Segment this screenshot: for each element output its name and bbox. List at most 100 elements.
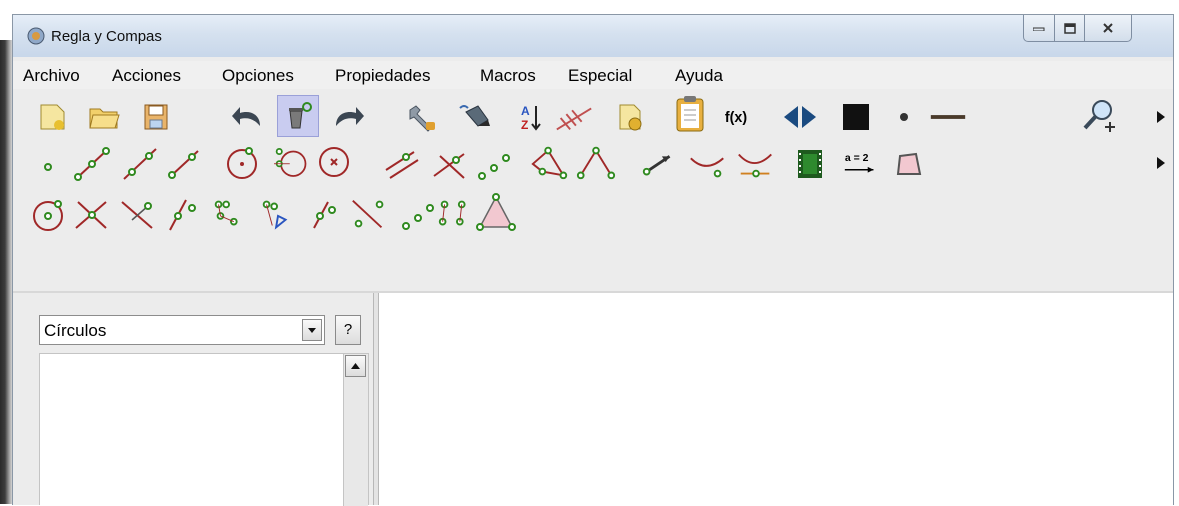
- rename-object-button[interactable]: [453, 96, 495, 138]
- minimize-button[interactable]: [1023, 15, 1055, 42]
- new-file-button[interactable]: [31, 96, 73, 138]
- chain-points-icon: [214, 200, 238, 226]
- black-square-icon: [843, 104, 869, 130]
- function-icon: f(x): [725, 110, 747, 126]
- circle-three-points-tool[interactable]: [267, 141, 309, 183]
- undo-button[interactable]: [227, 96, 269, 138]
- vector-icon: [642, 155, 671, 176]
- delete-object-button[interactable]: [277, 95, 319, 137]
- line-thickness-button[interactable]: [927, 96, 969, 138]
- save-file-button[interactable]: [135, 96, 177, 138]
- segment-icon: [74, 147, 110, 181]
- point-on-line-tool[interactable]: [161, 193, 203, 235]
- sort-letter-z: Z: [521, 118, 528, 132]
- midpoint-icon: [478, 154, 510, 180]
- line-tool[interactable]: [119, 143, 161, 185]
- film-icon: [798, 150, 822, 178]
- line-through-tool[interactable]: [305, 193, 347, 235]
- triangle-tool[interactable]: [475, 191, 517, 233]
- close-button[interactable]: [1084, 15, 1132, 42]
- toolbar-row-1: A Z f(x): [13, 93, 1173, 143]
- clipboard-icon: [676, 96, 704, 132]
- distance-tool[interactable]: [349, 193, 391, 235]
- polygon-icon: [531, 146, 568, 180]
- point-on-line-icon: [169, 199, 196, 231]
- menu-acciones[interactable]: Acciones: [112, 66, 181, 86]
- function-label: f(x): [725, 110, 747, 126]
- circle-tangent-tool[interactable]: [29, 193, 71, 235]
- vector-tool[interactable]: [639, 143, 681, 185]
- grid-button[interactable]: [553, 96, 595, 138]
- app-icon: [27, 27, 45, 45]
- grid-lines-icon: [556, 107, 592, 131]
- locus-tool[interactable]: [435, 193, 477, 235]
- quadrilateral-tool[interactable]: [889, 143, 931, 185]
- circle-by-radius-tool[interactable]: [209, 193, 251, 235]
- wrench-icon: [409, 105, 435, 132]
- point-icon: [44, 163, 52, 171]
- segment-bisector-tool[interactable]: [117, 193, 159, 235]
- help-button[interactable]: ?: [335, 315, 361, 345]
- expression-tool[interactable]: a = 2: [841, 143, 883, 185]
- edit-object-button[interactable]: [401, 96, 443, 138]
- segment-tool[interactable]: [71, 143, 113, 185]
- parallel-lines-icon: [385, 151, 419, 179]
- maximize-button[interactable]: [1054, 15, 1085, 42]
- fixed-circle-tool[interactable]: [313, 141, 355, 183]
- clipboard-button[interactable]: [669, 93, 711, 135]
- toolbar-row-3: [13, 191, 1173, 241]
- list-scrollbar[interactable]: [343, 354, 368, 506]
- point-tool[interactable]: [27, 143, 69, 185]
- fixed-circle-icon: [319, 147, 349, 177]
- locus-icon: [438, 200, 466, 226]
- macro-list[interactable]: [39, 353, 369, 506]
- dot-icon: [900, 113, 908, 121]
- perpendicular-tool[interactable]: [429, 143, 471, 185]
- menu-propiedades[interactable]: Propiedades: [335, 66, 430, 86]
- polygon-tool[interactable]: [529, 141, 571, 183]
- minimize-icon: [1033, 27, 1045, 31]
- animation-tool[interactable]: [789, 143, 831, 185]
- sort-letter-a: A: [521, 104, 530, 118]
- menu-archivo[interactable]: Archivo: [23, 66, 80, 86]
- scroll-up-button[interactable]: [345, 355, 366, 377]
- trash-icon: [289, 102, 312, 129]
- circle-tool[interactable]: [221, 141, 263, 183]
- reflection-icon: [738, 153, 772, 178]
- category-dropdown-button[interactable]: [302, 319, 322, 341]
- symmetry-icon: [690, 157, 724, 178]
- reflection-tool[interactable]: [735, 143, 777, 185]
- intersection-tool[interactable]: [71, 193, 113, 235]
- title-bar: Regla y Compas: [13, 15, 1173, 57]
- sort-objects-button[interactable]: A Z: [509, 96, 551, 138]
- open-file-button[interactable]: [83, 96, 125, 138]
- menu-opciones[interactable]: Opciones: [222, 66, 294, 86]
- maximize-icon: [1063, 22, 1076, 34]
- parallel-tool[interactable]: [381, 143, 423, 185]
- intersection-icon: [75, 201, 107, 229]
- copy-object-button[interactable]: [609, 96, 651, 138]
- points-on-object-tool[interactable]: [397, 193, 439, 235]
- zoom-button[interactable]: [1079, 96, 1121, 138]
- function-button[interactable]: f(x): [723, 96, 765, 138]
- symmetry-tool[interactable]: [687, 143, 729, 185]
- save-icon: [144, 104, 168, 130]
- document-gear-icon: [619, 104, 642, 131]
- category-select[interactable]: Círculos: [39, 315, 325, 345]
- construction-canvas[interactable]: [379, 293, 1173, 505]
- menu-macros[interactable]: Macros: [480, 66, 536, 86]
- menu-especial[interactable]: Especial: [568, 66, 632, 86]
- triangle-construct-tool[interactable]: [257, 193, 299, 235]
- menu-ayuda[interactable]: Ayuda: [675, 66, 723, 86]
- ray-tool[interactable]: [163, 143, 205, 185]
- bisector-icon: [121, 201, 153, 229]
- angle-tool[interactable]: [575, 141, 617, 183]
- toolbar-row2-more-arrow[interactable]: [1155, 155, 1167, 171]
- mirror-button[interactable]: [779, 96, 821, 138]
- redo-button[interactable]: [327, 96, 369, 138]
- point-size-button[interactable]: [883, 96, 925, 138]
- toolbar-row1-more-arrow[interactable]: [1155, 109, 1167, 125]
- arrow-up-icon: [351, 363, 360, 369]
- color-button[interactable]: [835, 96, 877, 138]
- midpoint-tool[interactable]: [473, 143, 515, 185]
